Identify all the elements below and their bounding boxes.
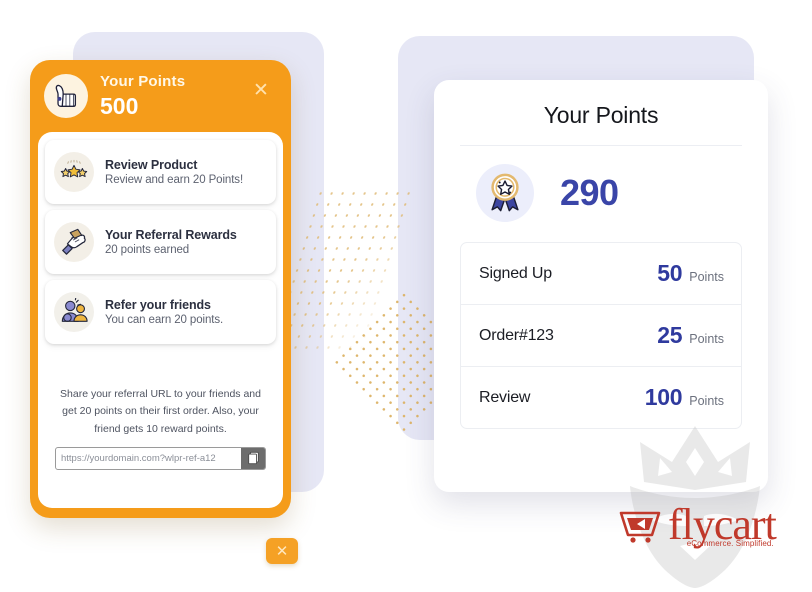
table-row-value-group: 100 Points [645,384,724,411]
points-widget-body: Review Product Review and earn 20 Points… [38,132,283,508]
list-item-subtitle: Review and earn 20 Points! [105,174,244,186]
flycart-wordmark: flycart eCommerce. Simplified. [668,503,777,548]
points-widget-card: Your Points 500 ✕ Review Product Review … [30,60,291,518]
list-item-subtitle: 20 points earned [105,244,190,256]
table-row-label: Review [479,388,531,406]
list-item-title: Review Product [105,158,198,172]
referral-share-block: Share your referral URL to your friends … [45,350,276,498]
table-row-value-group: 50 Points [657,260,724,287]
list-item-text: Your Referral Rewards 20 points earned [105,228,237,256]
flycart-logo: flycart eCommerce. Simplified. [618,503,777,548]
points-summary-card: Your Points 290 Signed Up 50 Points Orde… [434,80,768,492]
table-row-value-group: 25 Points [657,322,724,349]
points-widget-title: Your Points [100,72,186,90]
referral-url-row [55,446,266,470]
referral-description: Share your referral URL to your friends … [60,388,261,435]
points-breakdown-table: Signed Up 50 Points Order#123 25 Points … [460,242,742,429]
refer-friends-icon [54,292,94,332]
list-item[interactable]: Refer your friends You can earn 20 point… [45,280,276,344]
table-row-unit: Points [689,332,724,346]
table-row: Review 100 Points [461,367,741,428]
table-row: Signed Up 50 Points [461,243,741,305]
points-widget-header-text: Your Points 500 [100,73,185,119]
points-widget-total: 500 [100,92,139,119]
table-row-unit: Points [689,270,724,284]
list-item-title: Your Referral Rewards [105,228,237,242]
table-row-label: Signed Up [479,264,552,282]
referral-url-input[interactable] [56,447,241,469]
table-row-value: 100 [644,384,683,410]
close-icon[interactable]: ✕ [251,81,271,101]
table-row-value: 25 [657,322,683,348]
thumbs-up-icon [44,74,88,118]
table-row: Order#123 25 Points [461,305,741,367]
list-item-text: Review Product Review and earn 20 Points… [105,158,243,186]
handshake-icon [54,222,94,262]
three-stars-icon [54,152,94,192]
medal-award-icon [476,164,534,222]
page-title: Your Points [460,102,742,146]
list-item[interactable]: Your Referral Rewards 20 points earned [45,210,276,274]
total-points-row: 290 [460,146,742,242]
copy-icon[interactable] [241,447,265,469]
flycart-tagline: eCommerce. Simplified. [686,538,774,548]
table-row-label: Order#123 [479,326,554,344]
close-fab-button[interactable]: ✕ [266,538,298,564]
list-item[interactable]: Review Product Review and earn 20 Points… [45,140,276,204]
list-item-text: Refer your friends You can earn 20 point… [105,298,223,326]
flycart-cart-icon [619,511,661,543]
list-item-title: Refer your friends [105,298,211,312]
points-widget-header: Your Points 500 ✕ [38,60,283,132]
screenshot-stage: Your Points 500 ✕ Review Product Review … [0,0,812,592]
table-row-value: 50 [657,260,683,286]
total-points-value: 290 [560,172,619,213]
table-row-unit: Points [689,394,724,408]
list-item-subtitle: You can earn 20 points. [105,314,224,326]
